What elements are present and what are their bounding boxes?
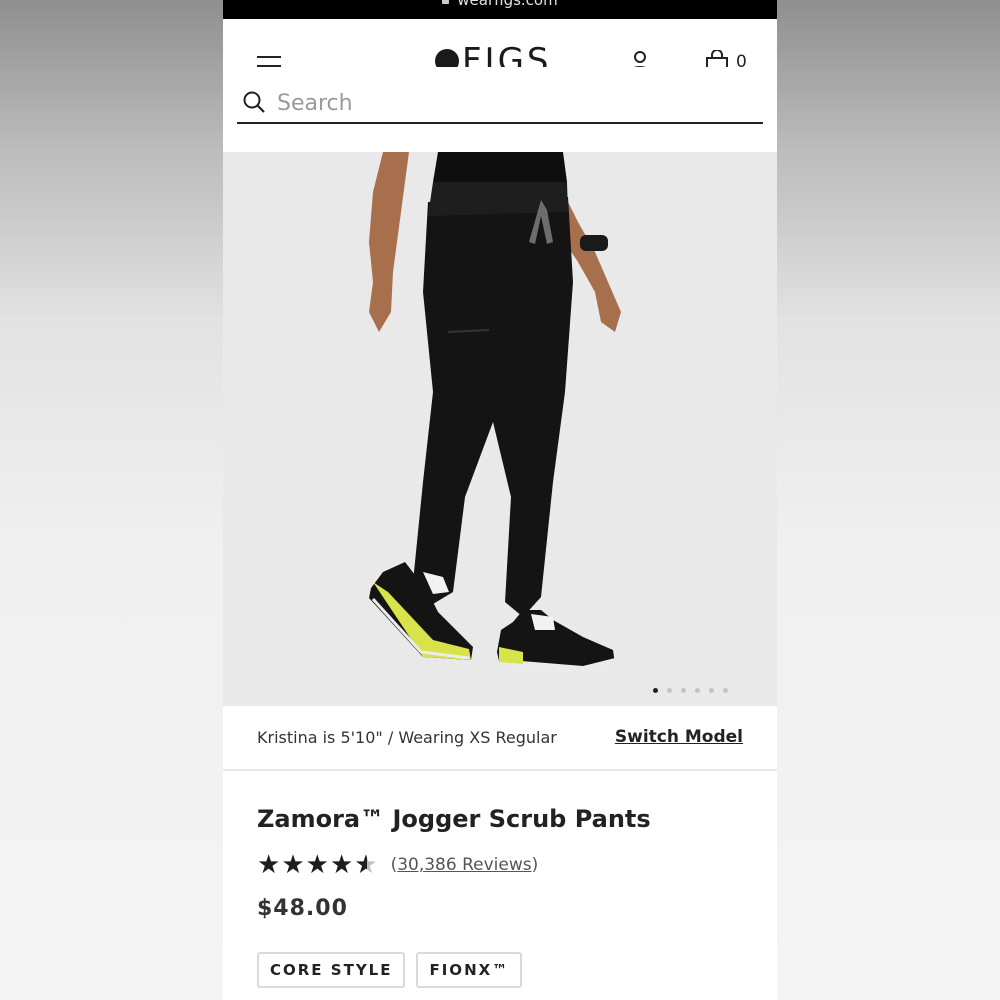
- site-header: FIGS 0: [223, 19, 777, 67]
- star-half-icon: ★: [354, 850, 378, 880]
- carousel-dot[interactable]: [667, 688, 672, 693]
- reviews-paren-close: ): [531, 855, 539, 875]
- account-icon[interactable]: [628, 49, 652, 67]
- rating-stars[interactable]: ★ ★ ★ ★ ★: [257, 852, 379, 878]
- bag-count: 0: [736, 52, 747, 67]
- switch-model-link[interactable]: Switch Model: [615, 727, 743, 747]
- star-full-icon: ★: [329, 850, 354, 880]
- reviews-link[interactable]: 30,386 Reviews: [397, 855, 531, 875]
- product-rating: ★ ★ ★ ★ ★ (30,386 Reviews): [257, 850, 538, 880]
- carousel-dots: [653, 688, 728, 696]
- star-full-icon: ★: [257, 850, 281, 880]
- product-tags: CORE STYLE FIONX™: [257, 952, 523, 988]
- tag-fionx[interactable]: FIONX™: [416, 952, 523, 988]
- tag-core-style[interactable]: CORE STYLE: [257, 952, 406, 988]
- carousel-dot-active[interactable]: [653, 688, 658, 693]
- url-text: wearfigs.com: [457, 0, 558, 9]
- search-input[interactable]: [275, 85, 749, 121]
- shopping-bag-icon[interactable]: [705, 50, 729, 67]
- menu-icon[interactable]: [257, 56, 281, 67]
- browser-url-bar: wearfigs.com: [223, 0, 777, 19]
- reviews-count: (30,386 Reviews): [391, 855, 539, 875]
- figs-logo[interactable]: FIGS: [435, 41, 552, 67]
- carousel-dot[interactable]: [723, 688, 728, 693]
- carousel-dot[interactable]: [695, 688, 700, 693]
- model-info-row: Kristina is 5'10" / Wearing XS Regular S…: [223, 706, 777, 771]
- logo-text: FIGS: [462, 41, 552, 67]
- mobile-browser-viewport: wearfigs.com FIGS 0 Search Kristina is 5…: [223, 0, 777, 1000]
- url-display[interactable]: wearfigs.com: [223, 0, 777, 9]
- logo-mark-icon: [435, 49, 459, 67]
- product-photo: [223, 152, 777, 706]
- lock-icon: [442, 0, 450, 4]
- search-bar: [237, 78, 763, 124]
- model-info-text: Kristina is 5'10" / Wearing XS Regular: [257, 728, 557, 747]
- star-full-icon: ★: [305, 850, 329, 880]
- carousel-dot[interactable]: [681, 688, 686, 693]
- product-title: Zamora™ Jogger Scrub Pants: [257, 805, 651, 833]
- product-price: $48.00: [257, 896, 348, 921]
- search-icon[interactable]: [243, 91, 265, 113]
- carousel-dot[interactable]: [709, 688, 714, 693]
- product-image-carousel[interactable]: [223, 152, 777, 706]
- star-full-icon: ★: [281, 850, 305, 880]
